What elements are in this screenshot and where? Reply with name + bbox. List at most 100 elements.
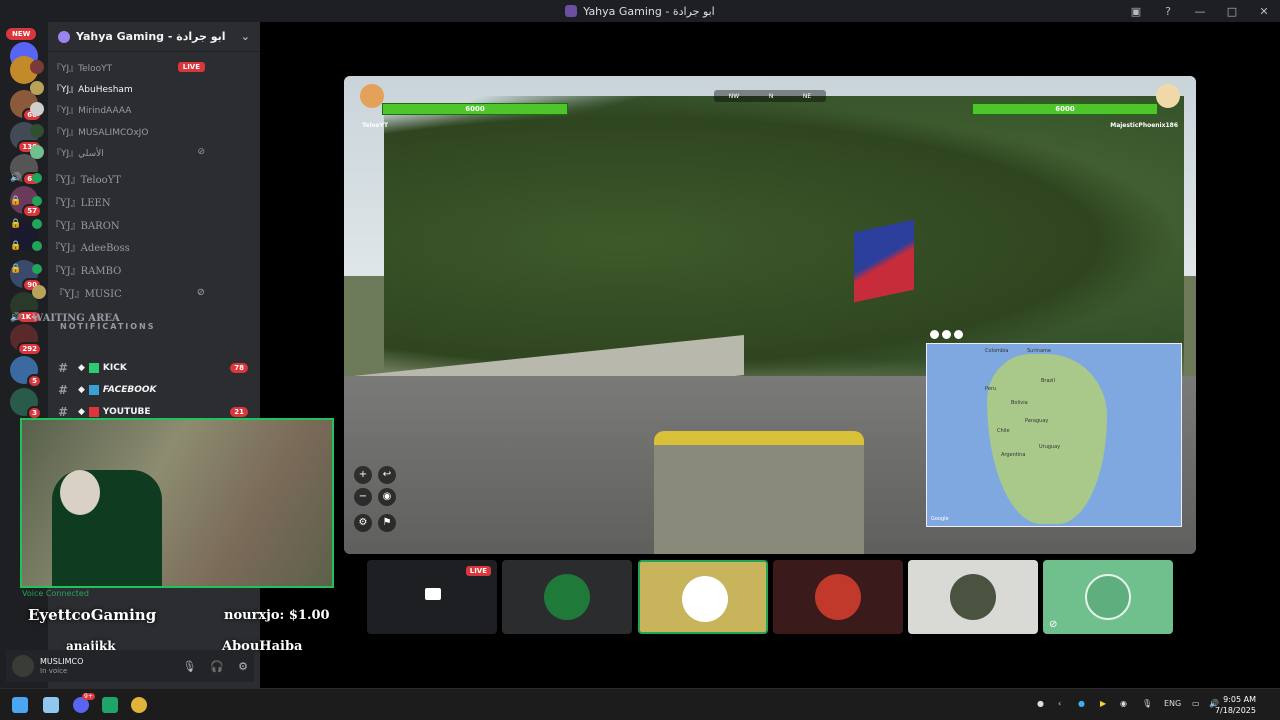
microphone-icon[interactable]: 🎙	[182, 660, 196, 673]
map-label: Brazil	[1041, 378, 1055, 384]
voice-channel-name: 『YJ』LEEN	[50, 197, 111, 209]
headphones-icon[interactable]: 🎧	[210, 660, 224, 673]
store-icon[interactable]	[102, 697, 118, 713]
help-icon[interactable]: ?	[1152, 5, 1184, 18]
minimize-button[interactable]: —	[1184, 5, 1216, 18]
tray-app-icon[interactable]: ●	[1078, 699, 1085, 708]
chevron-down-icon[interactable]: ⌄	[241, 30, 250, 43]
settings-icon[interactable]: ⚙	[354, 514, 372, 532]
speaker-icon: 🔊	[10, 313, 22, 323]
clock[interactable]: 9:05 AM 7/18/2025	[1215, 694, 1256, 716]
participant-tile[interactable]	[773, 560, 903, 634]
text-channel[interactable]: # ◆ FACEBOOK	[58, 380, 248, 400]
voice-channel[interactable]: 『YJ』MUSIC ⊘	[10, 282, 205, 302]
guild-header[interactable]: Yahya Gaming - ابو جرادة ⌄	[48, 22, 260, 52]
text-channel[interactable]: # ◆ KICK 78	[58, 358, 248, 378]
tray-play-icon[interactable]: ▶	[1100, 699, 1106, 708]
server-icon[interactable]: 5	[10, 356, 42, 388]
zoom-in-button[interactable]: +	[354, 466, 372, 484]
live-badge: LIVE	[177, 62, 205, 72]
map-expand-icon[interactable]	[930, 330, 939, 339]
voice-channel[interactable]: 🔒 『YJ』BARON	[10, 214, 205, 234]
steam-icon[interactable]: ◉	[1120, 699, 1127, 708]
avatar	[30, 81, 44, 95]
avatar	[30, 124, 44, 138]
voice-user-name: 『YJ』MUSALIMCOxJO	[52, 127, 149, 138]
map-label: Suriname	[1027, 348, 1051, 354]
avatar[interactable]	[12, 655, 34, 677]
diamond-icon: ◆	[78, 363, 85, 373]
player-avatar-left	[360, 84, 384, 108]
philippine-flag	[854, 219, 914, 303]
windows-start-icon[interactable]	[12, 697, 28, 713]
voice-user[interactable]: 『YJ』الأسلي ⊘	[30, 143, 205, 161]
avatar	[32, 285, 46, 299]
category-header[interactable]: NOTIFICATIONS	[60, 322, 156, 331]
voice-channel[interactable]: 🔊 『YJ』TelooYT	[10, 168, 205, 188]
text-channel-name: KICK	[102, 363, 127, 373]
avatar	[815, 574, 861, 620]
avatar	[30, 60, 44, 74]
participant-tile[interactable]	[908, 560, 1038, 634]
person	[60, 470, 100, 515]
streaming-off-icon: ⊘	[196, 286, 205, 298]
maximize-button[interactable]: □	[1216, 5, 1248, 18]
map-label: Chile	[997, 428, 1010, 434]
file-explorer-icon[interactable]	[43, 697, 59, 713]
channel-color-icon	[88, 407, 99, 417]
lock-icon: 🔒	[10, 219, 22, 229]
microphone-icon[interactable]: 🎙	[1142, 699, 1152, 708]
stream-tile[interactable]: LIVE	[367, 560, 497, 634]
map-label: Colombia	[985, 348, 1009, 354]
close-button[interactable]: ✕	[1248, 5, 1280, 18]
player-name-left: TelooYT	[362, 122, 389, 129]
guess-map[interactable]: Colombia Suriname Peru Brazil Bolivia Pa…	[926, 343, 1182, 527]
gear-icon[interactable]: ⚙	[238, 660, 248, 673]
channel-color-icon	[88, 363, 99, 373]
chrome-icon[interactable]	[131, 697, 147, 713]
voice-user[interactable]: 『YJ』AbuHesham	[30, 79, 205, 97]
inbox-icon[interactable]: ▣	[1120, 5, 1152, 18]
participant-tile[interactable]: ⊘	[1043, 560, 1173, 634]
voice-channel[interactable]: 🔒 『YJ』AdeeBoss	[10, 236, 205, 256]
participant-tile[interactable]	[638, 560, 768, 634]
mention-badge: 21	[230, 407, 248, 417]
voice-channel-name: 『YJ』BARON	[50, 220, 120, 232]
avatar	[544, 574, 590, 620]
voice-user[interactable]: 『YJ』MUSALIMCOxJO	[30, 122, 205, 140]
diamond-icon: ◆	[78, 385, 85, 395]
voice-user[interactable]: 『YJ』MirindAAAA	[30, 100, 205, 118]
guild-icon	[58, 30, 70, 43]
server-badge: 5	[27, 374, 42, 388]
server-icon[interactable]: 3	[10, 388, 42, 420]
participant-tile[interactable]	[502, 560, 632, 634]
webcam-overlay	[20, 418, 334, 588]
language-indicator[interactable]: ENG	[1164, 699, 1181, 708]
server-icon[interactable]: 292	[10, 324, 42, 356]
tray-chevron-icon[interactable]: ‹	[1058, 699, 1061, 708]
zoom-out-button[interactable]: −	[354, 488, 372, 506]
undo-button[interactable]: ↩	[378, 466, 396, 484]
status-dot	[32, 219, 42, 229]
map-label: Bolivia	[1011, 400, 1028, 406]
tray-app-icon[interactable]: ●	[1037, 699, 1044, 708]
health-bar-left: 6000	[382, 103, 568, 115]
status-dot	[32, 241, 42, 251]
voice-user-name: 『YJ』الأسلي	[52, 148, 104, 159]
flag-icon[interactable]: ⚑	[378, 514, 396, 532]
clock-date: 7/18/2025	[1214, 706, 1256, 715]
voice-channel[interactable]: 🔒 『YJ』RAMBO	[10, 259, 205, 279]
stream-view[interactable]: 6000 TelooYT 6000 MajesticPhoenix186 NW …	[344, 76, 1196, 554]
player-avatar-right	[1156, 84, 1180, 108]
map-label: Peru	[985, 386, 997, 392]
network-icon[interactable]: ▭	[1192, 699, 1200, 708]
checkpoint-button[interactable]: ◉	[378, 488, 396, 506]
voice-channel[interactable]: 🔒 『YJ』LEEN	[10, 191, 205, 211]
map-label: Argentina	[1001, 452, 1026, 458]
health-bar-right: 6000	[972, 103, 1158, 115]
map-pin-icon[interactable]	[954, 330, 963, 339]
user-status: In voice	[40, 667, 68, 675]
map-shrink-icon[interactable]	[942, 330, 951, 339]
title-bar: Yahya Gaming - ابو جرادة ▣ ? — □ ✕	[0, 0, 1280, 22]
voice-user[interactable]: 『YJ』TelooYT LIVE	[30, 58, 205, 76]
